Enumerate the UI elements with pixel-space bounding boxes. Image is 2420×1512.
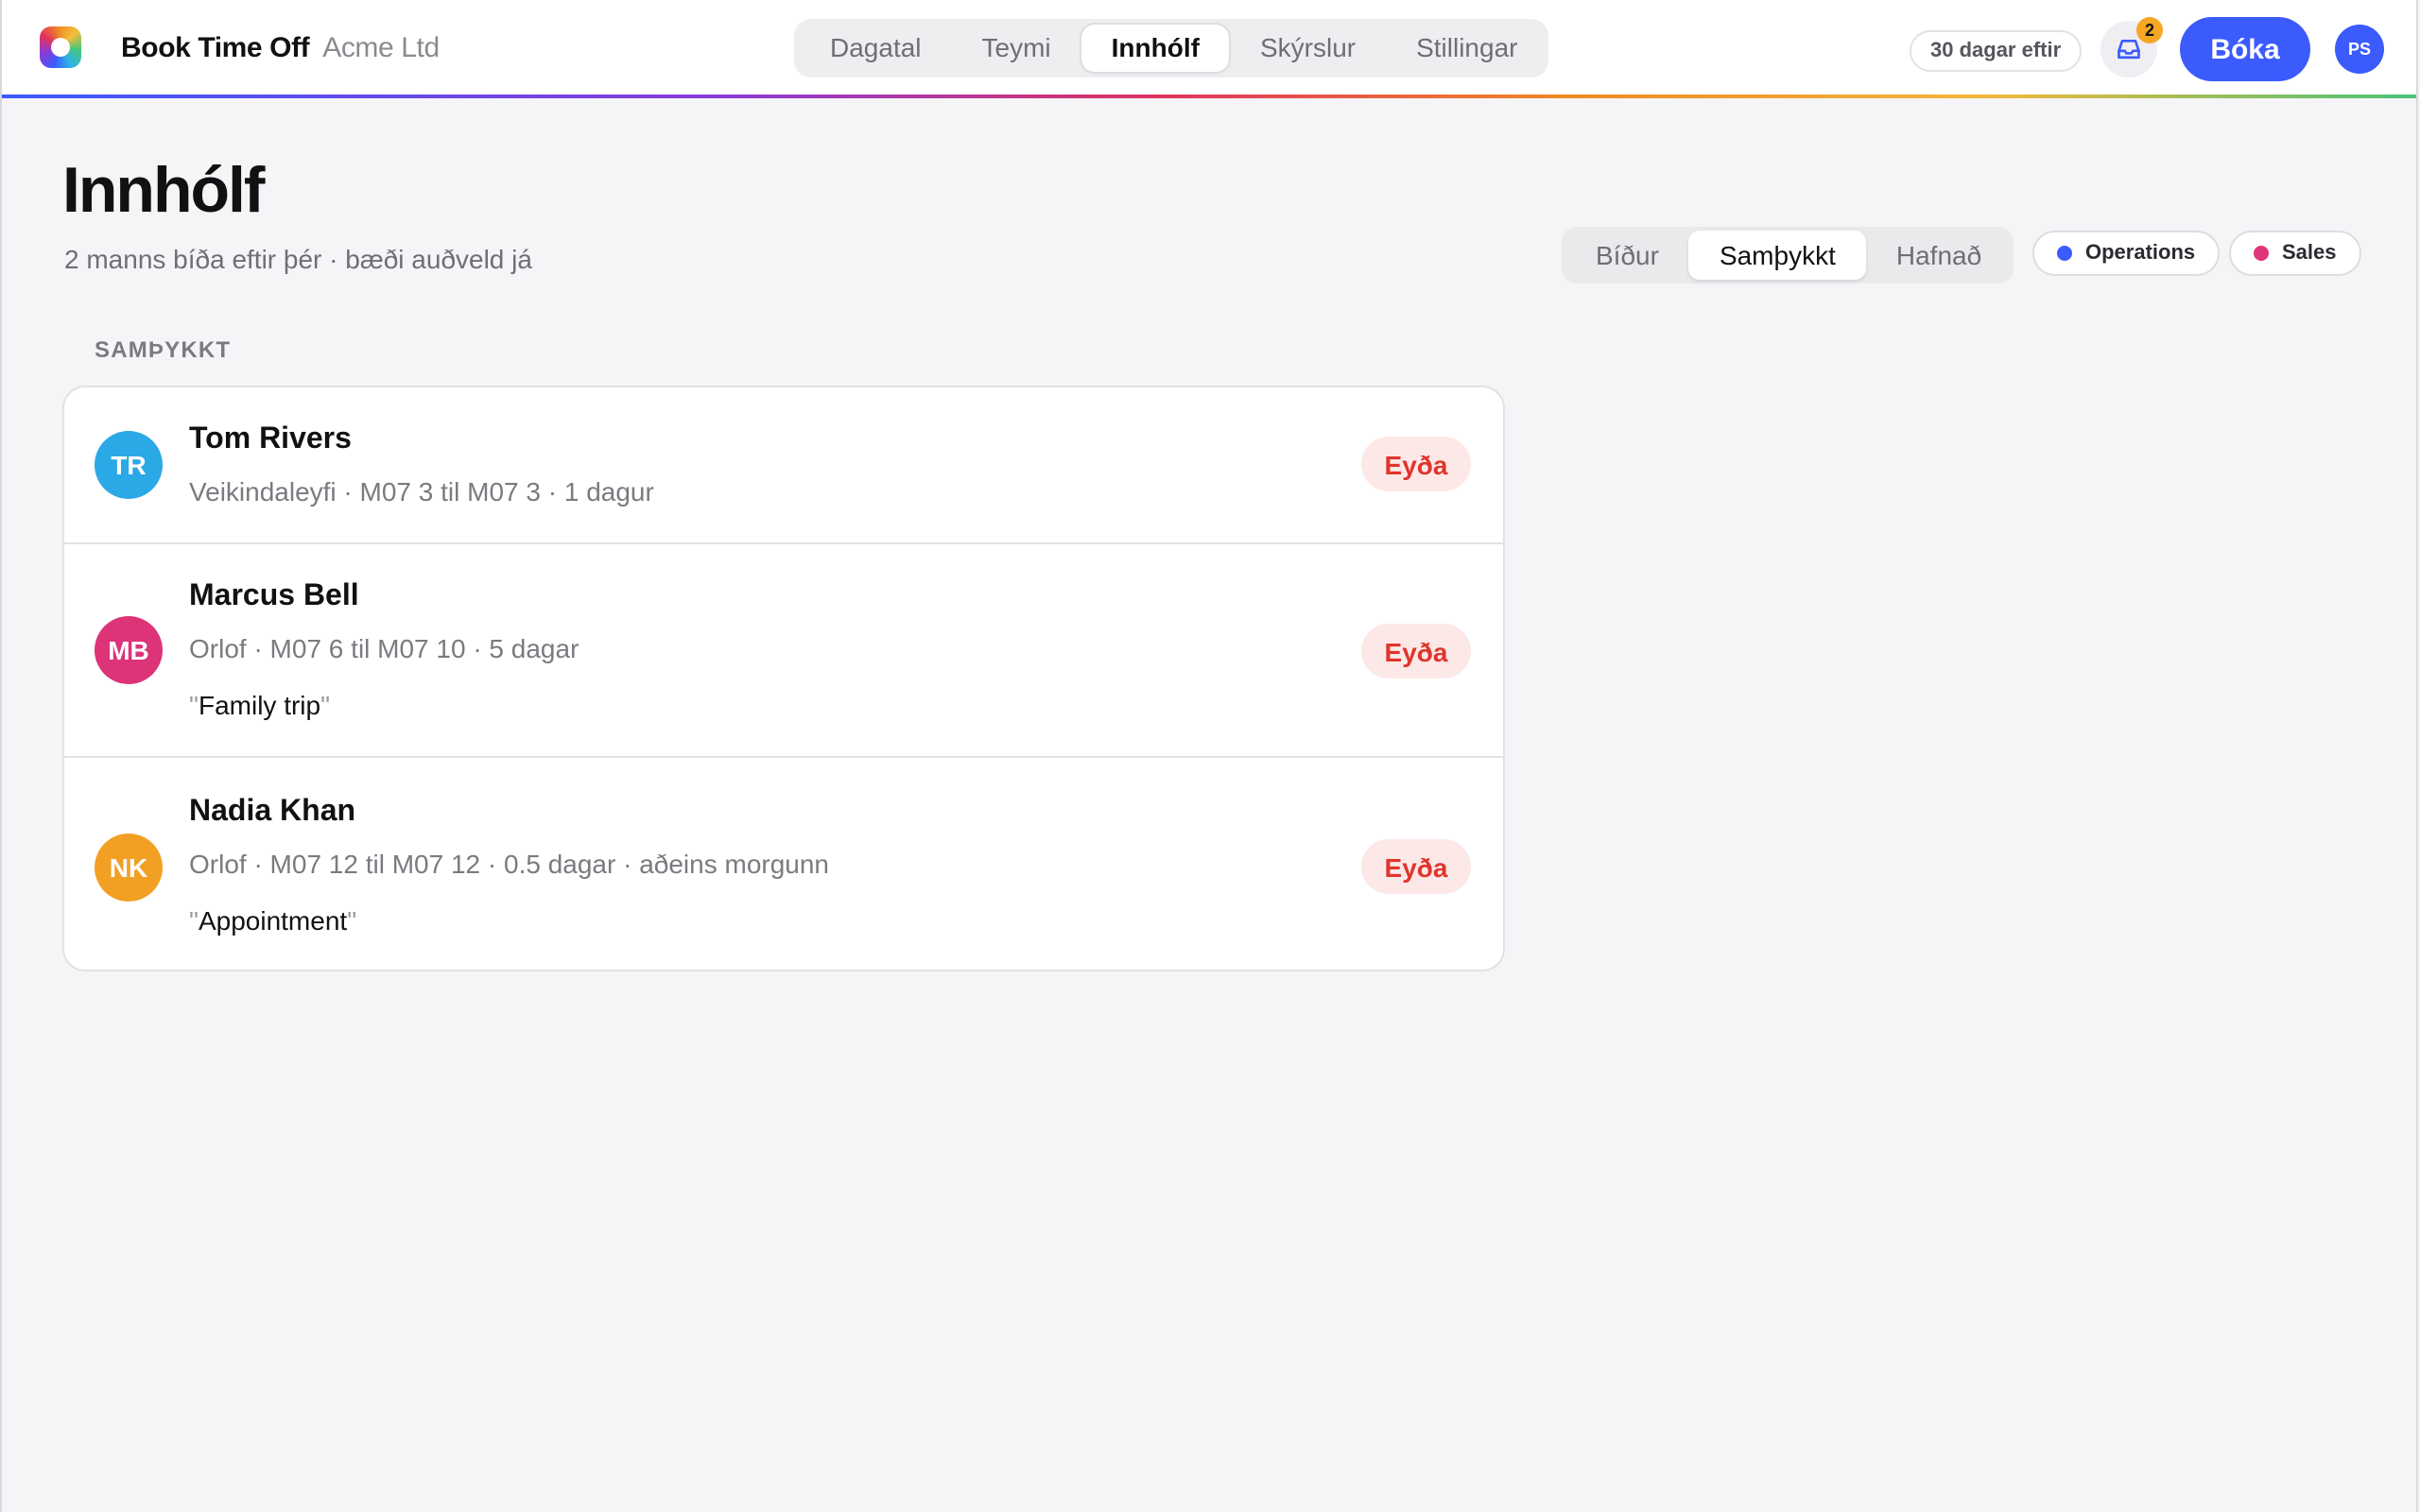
- accent-gradient-bar: [2, 94, 2416, 98]
- inbox-icon: [2118, 39, 2140, 60]
- employee-name: Nadia Khan: [189, 796, 356, 828]
- brand: Book Time Off Acme Ltd: [121, 32, 440, 64]
- team-color-dot: [2254, 246, 2269, 261]
- request-details: Orlof · M07 6 til M07 10 · 5 dagar: [189, 633, 579, 663]
- team-color-dot: [2057, 246, 2072, 261]
- request-row: TR Tom Rivers Veikindaleyfi · M07 3 til …: [64, 387, 1503, 542]
- avatar: TR: [95, 431, 163, 499]
- app-canvas: Book Time Off Acme Ltd Dagatal Teymi Inn…: [2, 0, 2416, 1512]
- inbox-count-badge: 2: [2136, 17, 2163, 43]
- status-tabs: Bíður Samþykkt Hafnað: [1562, 227, 2014, 284]
- request-note: "Appointment": [189, 905, 357, 936]
- app-logo-icon[interactable]: [40, 26, 81, 68]
- nav-tab-skyrslur[interactable]: Skýrslur: [1230, 25, 1386, 72]
- delete-button[interactable]: Eyða: [1361, 624, 1471, 679]
- days-left-badge: 30 dagar eftir: [1910, 30, 2083, 72]
- request-note: "Family trip": [189, 690, 331, 720]
- nav-tab-stillingar[interactable]: Stillingar: [1386, 25, 1547, 72]
- employee-name: Tom Rivers: [189, 423, 352, 455]
- page-subtitle: 2 manns bíða eftir þér · bæði auðveld já: [64, 244, 532, 274]
- top-bar: Book Time Off Acme Ltd Dagatal Teymi Inn…: [2, 0, 2416, 94]
- org-name: Acme Ltd: [322, 32, 440, 64]
- avatar: MB: [95, 616, 163, 684]
- nav-tab-dagatal[interactable]: Dagatal: [800, 25, 952, 72]
- avatar: NK: [95, 833, 163, 902]
- note-text: Appointment: [198, 905, 348, 936]
- app-name: Book Time Off: [121, 32, 310, 64]
- page-title: Innhólf: [62, 155, 266, 227]
- tab-bidur[interactable]: Bíður: [1565, 231, 1689, 280]
- request-details: Orlof · M07 12 til M07 12 · 0.5 dagar · …: [189, 849, 830, 879]
- request-row: MB Marcus Bell Orlof · M07 6 til M07 10 …: [64, 542, 1503, 756]
- note-text: Family trip: [198, 690, 321, 720]
- app-window: Book Time Off Acme Ltd Dagatal Teymi Inn…: [0, 0, 2418, 1512]
- request-list: TR Tom Rivers Veikindaleyfi · M07 3 til …: [62, 386, 1505, 971]
- request-row: NK Nadia Khan Orlof · M07 12 til M07 12 …: [64, 756, 1503, 970]
- team-filter-operations[interactable]: Operations: [2032, 231, 2221, 276]
- inbox-button[interactable]: 2: [2100, 17, 2163, 77]
- tab-hafnad[interactable]: Hafnað: [1866, 231, 2012, 280]
- section-label: SAMÞYKKT: [95, 336, 232, 363]
- nav-tab-teymi[interactable]: Teymi: [952, 25, 1081, 72]
- team-filter-label: Sales: [2282, 242, 2337, 265]
- request-details: Veikindaleyfi · M07 3 til M07 3 · 1 dagu…: [189, 476, 654, 507]
- delete-button[interactable]: Eyða: [1361, 437, 1471, 491]
- book-button[interactable]: Bóka: [2180, 17, 2310, 81]
- team-filter-label: Operations: [2085, 242, 2196, 265]
- tab-samthykkt[interactable]: Samþykkt: [1688, 231, 1866, 280]
- nav-tab-innholf[interactable]: Innhólf: [1080, 25, 1230, 72]
- employee-name: Marcus Bell: [189, 580, 359, 612]
- user-avatar[interactable]: PS: [2335, 25, 2384, 74]
- team-filter-sales[interactable]: Sales: [2229, 231, 2361, 276]
- main-nav: Dagatal Teymi Innhólf Skýrslur Stillinga…: [794, 19, 1548, 77]
- delete-button[interactable]: Eyða: [1361, 839, 1471, 894]
